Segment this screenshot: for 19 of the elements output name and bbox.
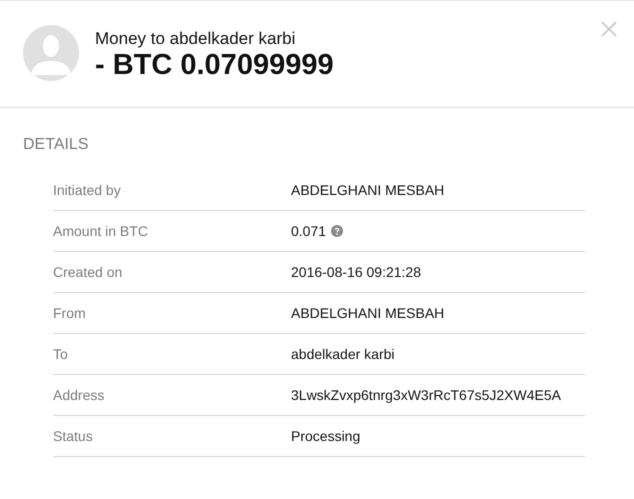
section-heading: DETAILS <box>23 135 90 155</box>
transaction-title: Money to abdelkader karbi <box>95 29 296 49</box>
detail-value: ABDELGHANI MESBAH <box>291 180 444 200</box>
help-icon[interactable] <box>331 225 344 237</box>
detail-label: Amount in BTC <box>53 222 149 240</box>
transaction-amount: - BTC 0.07099999 <box>95 49 335 81</box>
detail-label: From <box>53 304 87 322</box>
detail-value: abdelkader karbi <box>291 344 395 364</box>
detail-value: 3LwskZvxp6tnrg3xW3rRcT67s5J2XW4E5A <box>291 386 561 405</box>
detail-label: Status <box>53 426 94 446</box>
detail-value: Processing <box>291 426 360 446</box>
detail-label: To <box>53 344 69 364</box>
detail-label: Address <box>53 386 106 404</box>
detail-label: Created on <box>53 262 124 282</box>
detail-value: 2016-08-16 09:21:28 <box>291 262 421 282</box>
detail-label: Initiated by <box>53 180 122 200</box>
avatar-icon <box>23 25 79 81</box>
detail-value: ABDELGHANI MESBAH <box>291 304 444 322</box>
detail-value: 0.071 <box>291 222 326 240</box>
